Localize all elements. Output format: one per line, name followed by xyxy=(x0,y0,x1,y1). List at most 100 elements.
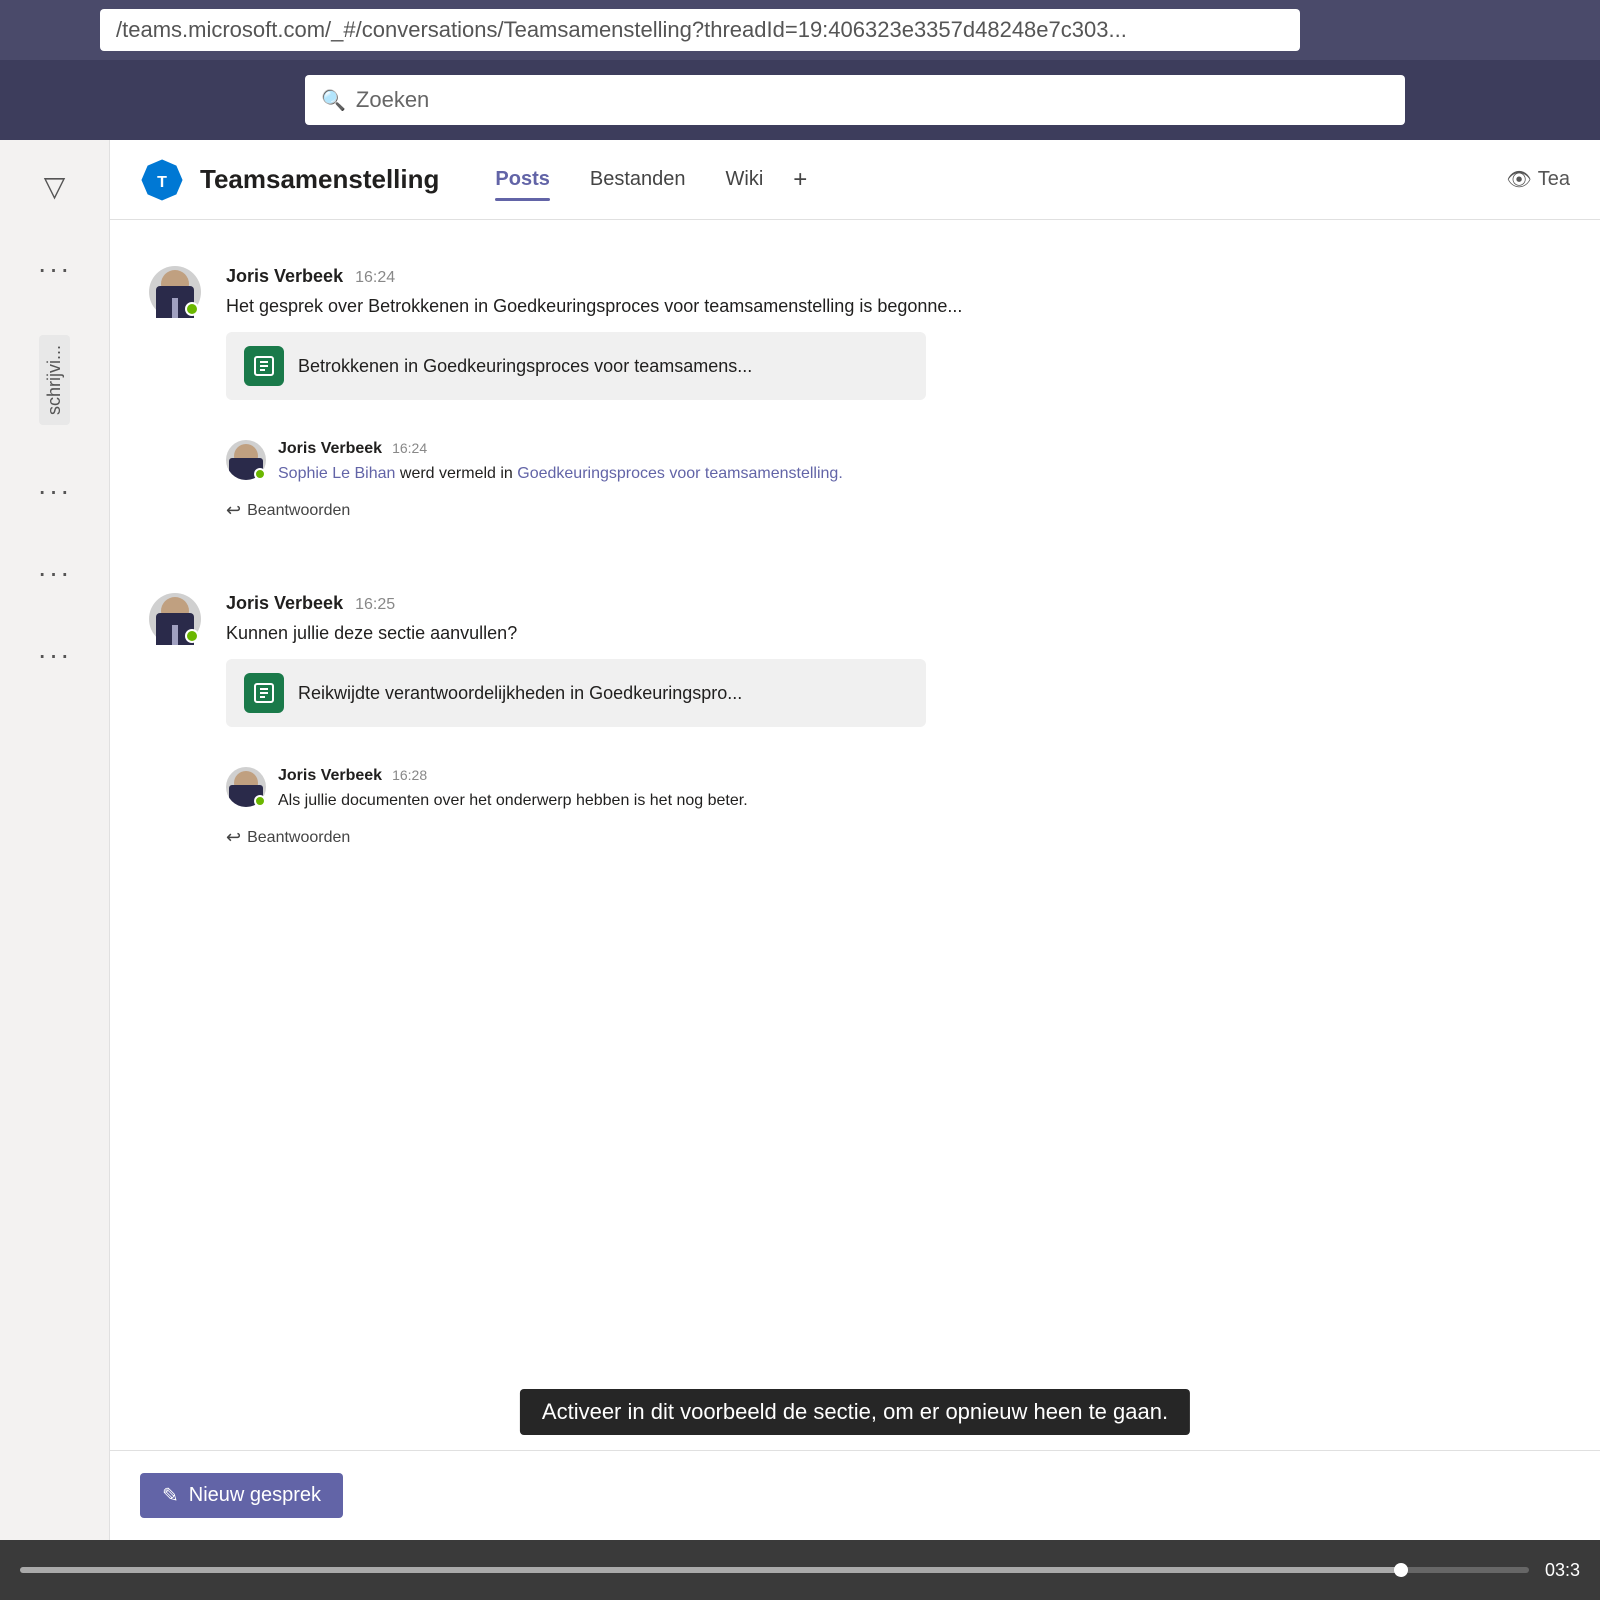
dots-icon-2: ··· xyxy=(38,475,72,507)
reply-1-1: Joris Verbeek 16:24 Sophie Le Bihan werd… xyxy=(226,440,1570,486)
reply-online-1-1 xyxy=(254,468,266,480)
sidebar-item-2[interactable]: ··· xyxy=(0,465,109,517)
thread-replies-1: Joris Verbeek 16:24 Sophie Le Bihan werd… xyxy=(140,430,1600,537)
reply-avatar-1-1 xyxy=(226,440,266,480)
dots-icon-1: ··· xyxy=(38,253,72,285)
team-label-text: Tea xyxy=(1538,168,1570,191)
new-conversation-label: Nieuw gesprek xyxy=(189,1484,321,1507)
avatar-2 xyxy=(149,593,201,645)
progress-fill xyxy=(20,1567,1408,1573)
reply-mid-text-1-1: werd vermeld in xyxy=(400,465,517,482)
wiki-icon-2 xyxy=(252,681,276,705)
tab-add[interactable]: + xyxy=(783,158,817,202)
attachment-title-1: Betrokkenen in Goedkeuringsproces voor t… xyxy=(298,356,752,377)
subtitle-text: Activeer in dit voorbeeld de sectie, om … xyxy=(542,1399,1168,1424)
sidebar-beschrijvi[interactable]: schrijvi... xyxy=(0,325,109,435)
channel-header-right: 👁 Tea xyxy=(1506,167,1570,192)
progress-track[interactable] xyxy=(20,1567,1529,1573)
thread-content-1: Joris Verbeek 16:24 Het gesprek over Bet… xyxy=(226,266,1570,414)
svg-text:T: T xyxy=(157,174,167,191)
sidebar-item-4[interactable]: ··· xyxy=(0,629,109,681)
conversations-area[interactable]: Joris Verbeek 16:24 Het gesprek over Bet… xyxy=(110,220,1600,1450)
online-indicator-2 xyxy=(185,629,199,643)
reply-arrow-icon-2: ↩ xyxy=(226,827,241,848)
reply-content-1-1: Joris Verbeek 16:24 Sophie Le Bihan werd… xyxy=(278,440,1570,486)
dots-icon-3: ··· xyxy=(38,557,72,589)
sidebar-label-beschrijvi: schrijvi... xyxy=(39,335,70,425)
message-author-1: Joris Verbeek xyxy=(226,266,343,287)
attachment-card-1[interactable]: Betrokkenen in Goedkeuringsproces voor t… xyxy=(226,332,926,400)
sidebar-item-3[interactable]: ··· xyxy=(0,547,109,599)
left-sidebar: ▽ ··· schrijvi... ··· ··· ··· xyxy=(0,140,110,1540)
edit-icon: ✎ xyxy=(162,1483,179,1508)
reply-header-1-1: Joris Verbeek 16:24 xyxy=(278,440,1570,458)
thread-main-1: Joris Verbeek 16:24 Het gesprek over Bet… xyxy=(140,250,1600,430)
reply-author-1-1: Joris Verbeek xyxy=(278,440,382,458)
content-area: T Teamsamenstelling Posts Bestanden Wiki… xyxy=(110,140,1600,1540)
reply-arrow-icon-1: ↩ xyxy=(226,500,241,521)
reply-button-2[interactable]: ↩ Beantwoorden xyxy=(226,821,1570,854)
eye-icon: 👁 xyxy=(1506,167,1531,192)
thread-2: Joris Verbeek 16:25 Kunnen jullie deze s… xyxy=(110,567,1600,874)
message-header-2: Joris Verbeek 16:25 xyxy=(226,593,1570,614)
reply-text-1-1: Sophie Le Bihan werd vermeld in Goedkeur… xyxy=(278,462,1570,486)
thread-replies-2: Joris Verbeek 16:28 Als jullie documente… xyxy=(140,757,1600,864)
search-placeholder: Zoeken xyxy=(356,87,429,113)
thread-1: Joris Verbeek 16:24 Het gesprek over Bet… xyxy=(110,240,1600,547)
attachment-icon-2 xyxy=(244,673,284,713)
reply-author-2-1: Joris Verbeek xyxy=(278,767,382,785)
subtitle-overlay: Activeer in dit voorbeeld de sectie, om … xyxy=(520,1389,1190,1435)
avatar-tie-2 xyxy=(172,625,178,645)
reply-mention-1-1[interactable]: Sophie Le Bihan xyxy=(278,465,395,482)
message-author-2: Joris Verbeek xyxy=(226,593,343,614)
avatar-1 xyxy=(149,266,201,318)
message-time-1: 16:24 xyxy=(355,269,395,287)
tab-bestanden[interactable]: Bestanden xyxy=(570,160,706,199)
filter-icon: ▽ xyxy=(44,170,66,203)
thread-content-2: Joris Verbeek 16:25 Kunnen jullie deze s… xyxy=(226,593,1570,741)
url-bar[interactable]: /teams.microsoft.com/_#/conversations/Te… xyxy=(100,9,1300,51)
reply-content-2-1: Joris Verbeek 16:28 Als jullie documente… xyxy=(278,767,1570,813)
channel-tabs: Posts Bestanden Wiki + xyxy=(475,158,817,202)
message-text-1: Het gesprek over Betrokkenen in Goedkeur… xyxy=(226,293,1126,320)
reply-time-2-1: 16:28 xyxy=(392,767,427,783)
teams-channel-icon: T xyxy=(140,158,184,202)
browser-chrome: /teams.microsoft.com/_#/conversations/Te… xyxy=(0,0,1600,60)
new-conversation-button[interactable]: ✎ Nieuw gesprek xyxy=(140,1473,343,1518)
reply-text-2-1: Als jullie documenten over het onderwerp… xyxy=(278,789,1570,813)
avatar-tie-1 xyxy=(172,298,178,318)
reply-header-2-1: Joris Verbeek 16:28 xyxy=(278,767,1570,785)
reply-link-1-1[interactable]: Goedkeuringsproces voor teamsamenstellin… xyxy=(517,465,843,482)
reply-time-1-1: 16:24 xyxy=(392,440,427,456)
attachment-icon-1 xyxy=(244,346,284,386)
dots-icon-4: ··· xyxy=(38,639,72,671)
channel-header: T Teamsamenstelling Posts Bestanden Wiki… xyxy=(110,140,1600,220)
bottom-bar: Activeer in dit voorbeeld de sectie, om … xyxy=(110,1450,1600,1540)
thread-main-2: Joris Verbeek 16:25 Kunnen jullie deze s… xyxy=(140,577,1600,757)
reply-label-1: Beantwoorden xyxy=(247,502,350,520)
reply-2-1: Joris Verbeek 16:28 Als jullie documente… xyxy=(226,767,1570,813)
channel-name: Teamsamenstelling xyxy=(200,164,439,195)
tab-wiki[interactable]: Wiki xyxy=(706,160,784,199)
reply-label-2: Beantwoorden xyxy=(247,829,350,847)
main-layout: ▽ ··· schrijvi... ··· ··· ··· T Teamsame… xyxy=(0,140,1600,1540)
thread-avatar-area-1 xyxy=(140,266,210,414)
video-progress-bar: 03:3 xyxy=(0,1540,1600,1600)
attachment-card-2[interactable]: Reikwijdte verantwoordelijkheden in Goed… xyxy=(226,659,926,727)
video-time: 03:3 xyxy=(1545,1560,1580,1581)
reply-online-2-1 xyxy=(254,795,266,807)
message-time-2: 16:25 xyxy=(355,596,395,614)
message-header-1: Joris Verbeek 16:24 xyxy=(226,266,1570,287)
thread-avatar-area-2 xyxy=(140,593,210,741)
search-icon: 🔍 xyxy=(321,88,346,113)
reply-button-1[interactable]: ↩ Beantwoorden xyxy=(226,494,1570,527)
sidebar-filter[interactable]: ▽ xyxy=(0,160,109,213)
wiki-icon xyxy=(252,354,276,378)
progress-thumb xyxy=(1394,1563,1408,1577)
search-bar[interactable]: 🔍 Zoeken xyxy=(305,75,1405,125)
online-indicator-1 xyxy=(185,302,199,316)
sidebar-item-1[interactable]: ··· xyxy=(0,243,109,295)
message-text-2: Kunnen jullie deze sectie aanvullen? xyxy=(226,620,1570,647)
tab-posts[interactable]: Posts xyxy=(475,160,569,199)
team-view-label: 👁 Tea xyxy=(1506,167,1570,192)
